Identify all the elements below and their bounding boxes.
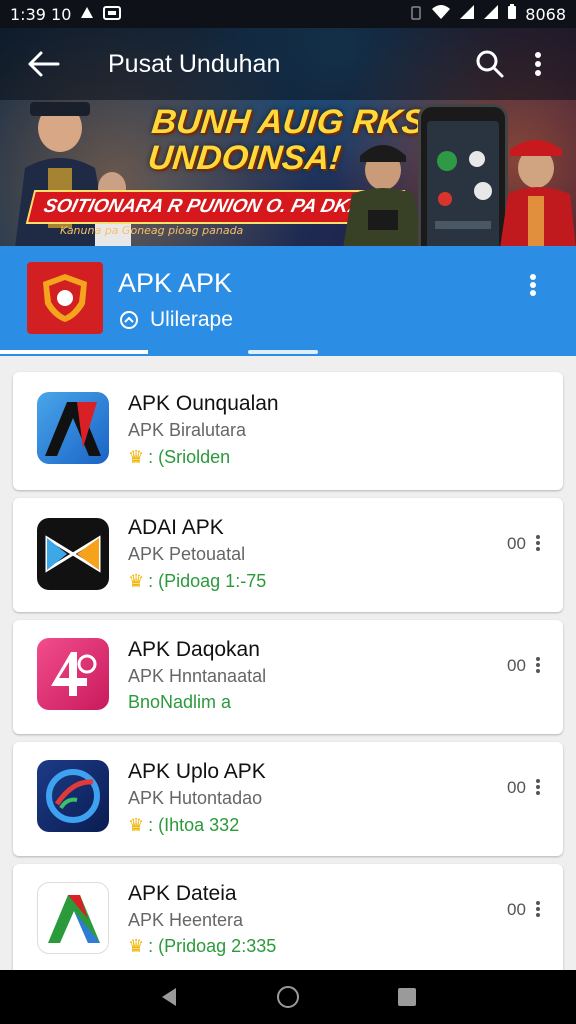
crown-icon: ♛ (128, 815, 145, 835)
banner-phone (418, 104, 508, 246)
more-vert-icon (536, 535, 540, 551)
app-count: 00 (507, 778, 526, 797)
shield-icon (43, 274, 87, 322)
app-list: APK Ounqualan APK Biralutara ♛ : (Sriold… (0, 356, 576, 982)
app-meta: ♛ : (Pridoag 2:335 (128, 936, 277, 956)
status-bar: 1:39 10 8068 (0, 0, 576, 28)
tab-indicator (0, 350, 148, 354)
list-item[interactable]: APK Daqokan APK Hnntanaatal BnoNadlim a … (13, 620, 563, 734)
top-app-bar: Pusat Unduhan (0, 28, 576, 100)
app-title: APK Dateia (128, 882, 237, 905)
app-list-icon (37, 518, 109, 590)
system-nav-bar (0, 970, 576, 1024)
list-item[interactable]: ADAI APK APK Petouatal ♛ : (Pidoag 1:-75… (13, 498, 563, 612)
item-menu-button[interactable] (531, 532, 545, 554)
more-vert-icon (530, 274, 536, 296)
nav-recents-button[interactable] (387, 977, 427, 1017)
search-icon (476, 50, 504, 78)
banner-figure-right (500, 140, 576, 246)
crown-icon: ♛ (128, 447, 145, 467)
app-count: 00 (507, 900, 526, 919)
list-item[interactable]: APK Uplo APK APK Hutontadao ♛ : (Ihtoa 3… (13, 742, 563, 856)
signal-icon (459, 4, 475, 24)
app-count: 00 (507, 534, 526, 553)
app-list-icon (37, 638, 109, 710)
app-title: APK Ounqualan (128, 392, 279, 415)
app-title: APK Daqokan (128, 638, 260, 661)
banner-ribbon-sub: Kanuna pa Goneag pioag panada (60, 224, 244, 237)
search-button[interactable] (470, 44, 510, 84)
overflow-menu-button[interactable] (518, 44, 558, 84)
list-item[interactable]: APK Dateia APK Heentera ♛ : (Pridoag 2:3… (13, 864, 563, 982)
item-menu-button[interactable] (531, 898, 545, 920)
banner-figure-soldier (343, 145, 423, 246)
nav-home-button[interactable] (268, 977, 308, 1017)
more-vert-icon (536, 779, 540, 795)
item-menu-button[interactable] (531, 776, 545, 798)
app-list-icon (37, 760, 109, 832)
nav-recents-icon (397, 988, 416, 1006)
app-meta: ♛ : (Sriolden (128, 447, 231, 467)
app-subtitle: APK Heentera (128, 910, 244, 930)
nav-back-button[interactable] (149, 977, 189, 1017)
refresh-icon (120, 311, 138, 329)
app-list-icon (37, 882, 109, 954)
drag-handle[interactable] (248, 350, 318, 354)
back-button[interactable] (24, 44, 64, 84)
app-meta: ♛ : (Ihtoa 332 (128, 815, 240, 835)
app-name: APK APK (118, 268, 233, 298)
crown-icon: ♛ (128, 571, 145, 591)
notification-icon (79, 5, 95, 24)
vibrate-icon (409, 5, 423, 24)
wifi-icon (431, 4, 451, 24)
app-subtitle: APK Petouatal (128, 544, 246, 564)
app-subtitle: Ulilerape (118, 308, 233, 332)
app-subtitle: APK Biralutara (128, 420, 247, 440)
nav-home-icon (276, 986, 299, 1008)
app-title: ADAI APK (128, 516, 224, 539)
promo-banner[interactable]: BUNH AUIG RKS! UNDOINSA! SOITIONARA R PU… (0, 28, 576, 246)
app-subtitle: APK Hutontadao (128, 788, 263, 808)
more-vert-icon (536, 657, 540, 673)
nav-back-icon (162, 988, 177, 1006)
notification-icon (103, 5, 122, 24)
app-count: 00 (507, 656, 526, 675)
app-subtitle: APK Hnntanaatal (128, 666, 267, 686)
battery-icon (507, 4, 517, 24)
app-list-icon (37, 392, 109, 464)
status-time: 1:39 10 (10, 4, 72, 24)
app-meta: ♛ : (Pidoag 1:-75 (128, 571, 267, 591)
crown-icon: ♛ (128, 936, 145, 956)
more-vert-icon (536, 901, 540, 917)
app-info-menu-button[interactable] (520, 272, 546, 298)
more-vert-icon (535, 52, 541, 76)
page-title: Pusat Unduhan (108, 49, 281, 78)
item-menu-button[interactable] (531, 654, 545, 676)
app-title: APK Uplo APK (128, 760, 266, 783)
app-info-header: APK APK Ulilerape (0, 246, 576, 356)
app-icon (27, 262, 103, 334)
app-meta: BnoNadlim a (128, 692, 232, 712)
battery-text: 8068 (525, 4, 566, 24)
signal-icon (483, 4, 499, 24)
screen: 1:39 10 8068 BUNH AUIG RKS! UNDOINSA! SO… (0, 0, 576, 1024)
list-item[interactable]: APK Ounqualan APK Biralutara ♛ : (Sriold… (13, 372, 563, 490)
back-arrow-icon (28, 51, 60, 77)
